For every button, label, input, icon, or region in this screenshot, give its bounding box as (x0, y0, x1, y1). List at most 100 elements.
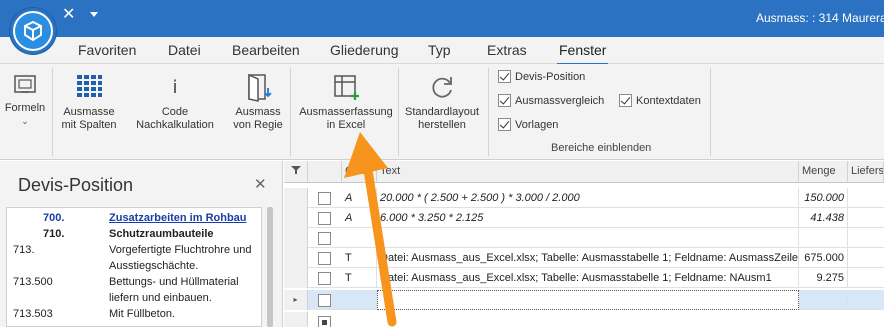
devis-list[interactable]: 700. Zusatzarbeiten im Rohbau 710. Schutzr… (6, 207, 262, 327)
checkbox-label: Ausmassvergleich (515, 94, 605, 107)
checkbox-kontextdaten[interactable]: Kontextdaten (619, 94, 701, 107)
menge-cell[interactable]: 150.000 (799, 188, 848, 208)
item-text: liefern und einbauen. (109, 292, 212, 304)
checkbox-checked-icon (498, 118, 511, 131)
item-text: Mit Füllbeton. (109, 308, 176, 320)
row-checkbox[interactable] (318, 212, 331, 225)
tab-gliederung[interactable]: Gliederung (330, 42, 399, 58)
formeln-label: Formeln (4, 102, 46, 114)
in-excel-label: in Excel (326, 119, 366, 131)
mit-spalten-label: mit Spalten (61, 119, 117, 131)
grid-dots-icon (77, 75, 102, 97)
ausmass-grid: Code Text Menge Liefers A 20.000 * ( 2.5… (284, 161, 884, 327)
checkbox-vorlagen[interactable]: Vorlagen (498, 118, 558, 131)
checkbox-label: Vorlagen (515, 118, 559, 131)
app-logo[interactable] (10, 8, 56, 54)
table-row[interactable]: A 20.000 * ( 2.500 + 2.500 ) * 3.000 / 2… (284, 188, 884, 208)
code-cell[interactable]: A (342, 188, 377, 208)
filter-icon[interactable] (284, 161, 308, 183)
panel-title: Devis-Position (18, 175, 134, 195)
scrollbar-thumb[interactable] (267, 207, 273, 327)
scrollbar[interactable] (264, 207, 276, 327)
row-checkbox[interactable] (318, 294, 331, 307)
text-cell[interactable]: 20.000 * ( 2.500 + 2.500 ) * 3.000 / 2.0… (377, 188, 799, 208)
checkbox-checked-icon (498, 70, 511, 83)
formeln-button[interactable]: Formeln ⌄ (4, 72, 46, 128)
text-cell[interactable]: Datei: Ausmass_aus_Excel.xlsx; Tabelle: … (377, 248, 799, 268)
row-checkbox[interactable] (318, 232, 331, 245)
group-label-bereiche: Bereiche einblenden (551, 142, 652, 154)
column-header-liefers[interactable]: Liefers (848, 161, 884, 183)
close-icon[interactable]: ✕ (254, 175, 267, 193)
table-row[interactable]: T Datei: Ausmass_aus_Excel.xlsx; Tabelle… (284, 268, 884, 288)
code-cell[interactable]: T (342, 268, 377, 288)
item-number: 713.500 (13, 276, 53, 288)
code-cell[interactable]: A (342, 208, 377, 228)
table-row[interactable] (284, 228, 884, 248)
checkbox-ausmassvergleich[interactable]: Ausmassvergleich (498, 94, 604, 107)
ausmass-von-regie-button[interactable]: Ausmass von Regie (230, 72, 286, 132)
ausmasse-mit-spalten-button[interactable]: Ausmasse mit Spalten (58, 72, 120, 132)
herstellen-label: herstellen (418, 119, 466, 131)
standardlayout-herstellen-button[interactable]: Standardlayout herstellen (400, 72, 484, 132)
column-header-text[interactable]: Text (377, 161, 799, 183)
tab-bearbeiten[interactable]: Bearbeiten (232, 42, 300, 58)
code-cell[interactable]: T (342, 248, 377, 268)
menge-cell[interactable]: 675.000 (799, 248, 848, 268)
text-cell[interactable] (377, 290, 799, 310)
close-icon[interactable]: ✕ (62, 7, 78, 23)
row-checkbox[interactable] (318, 272, 331, 285)
text-cell[interactable]: Datei: Ausmass_aus_Excel.xlsx; Tabelle: … (377, 268, 799, 288)
item-text: Vorgefertigte Fluchtrohre und (109, 244, 252, 256)
row-checkbox[interactable] (318, 192, 331, 205)
von-regie-label: von Regie (233, 119, 283, 131)
item-text: Zusatzarbeiten im Rohbau (109, 212, 247, 224)
menge-cell[interactable]: 9.275 (799, 268, 848, 288)
tab-fenster[interactable]: Fenster (556, 42, 609, 65)
checkbox-devis-position[interactable]: Devis-Position (498, 70, 585, 83)
tab-datei[interactable]: Datei (168, 42, 201, 58)
table-row[interactable] (284, 312, 884, 327)
chevron-down-icon: ⌄ (21, 116, 29, 126)
column-header-menge[interactable]: Menge (799, 161, 848, 183)
item-number: 710. (43, 228, 65, 240)
checkbox-checked-icon (498, 94, 511, 107)
excel-table-add-icon (334, 75, 359, 100)
menu-bar: Favoriten Datei Bearbeiten Gliederung Ty… (0, 37, 884, 65)
title-bar: ✕ Ausmass: : 314 Maurerarbe (0, 0, 884, 37)
item-number: 713. (13, 244, 35, 256)
ausmass-label: Ausmass (235, 106, 281, 118)
cube-icon (24, 20, 42, 42)
ribbon: Formeln ⌄ Ausmasse mit Spalten ⅰ Code Na… (0, 64, 884, 160)
column-header-code[interactable]: Code (342, 161, 377, 183)
formula-icon (14, 75, 36, 93)
code-nachkalkulation-button[interactable]: ⅰ Code Nachkalkulation (122, 72, 228, 132)
text-cell[interactable]: 6.000 * 3.250 * 2.125 (377, 208, 799, 228)
code-nachkalk-label: Code Nachkalkulation (136, 106, 214, 131)
menge-cell[interactable]: 41.438 (799, 208, 848, 228)
item-text: Schutzraumbauteile (109, 228, 214, 240)
tab-typ[interactable]: Typ (428, 42, 451, 58)
standardlayout-label: Standardlayout (405, 106, 479, 118)
checkbox-checked-icon (619, 94, 632, 107)
table-row[interactable]: A 6.000 * 3.250 * 2.125 41.438 (284, 208, 884, 228)
item-number: 700. (43, 212, 65, 224)
column-header-select (308, 161, 342, 183)
ausmasse-label: Ausmasse (63, 106, 115, 118)
window-title: Ausmass: : 314 Maurerarbe (756, 11, 884, 25)
table-row[interactable]: ▸ (284, 290, 884, 310)
tab-favoriten[interactable]: Favoriten (78, 42, 136, 58)
checkbox-label: Kontextdaten (636, 94, 701, 107)
item-text: Ausstiegschächte. (109, 260, 199, 272)
current-row-indicator-icon: ▸ (284, 290, 308, 310)
devis-position-panel: Devis-Position ✕ 700. Zusatzarbeiten im R… (0, 161, 283, 327)
row-checkbox[interactable] (318, 252, 331, 265)
refresh-icon (432, 77, 452, 98)
ausmasserfassung-in-excel-button[interactable]: Ausmasserfassung in Excel (294, 72, 398, 132)
ausmasserfassung-label: Ausmasserfassung (299, 106, 393, 118)
row-checkbox[interactable] (318, 316, 331, 327)
quick-access-dropdown-icon[interactable] (90, 12, 98, 17)
table-row[interactable]: T Datei: Ausmass_aus_Excel.xlsx; Tabelle… (284, 248, 884, 268)
tab-extras[interactable]: Extras (487, 42, 527, 58)
checkbox-label: Devis-Position (515, 70, 586, 83)
